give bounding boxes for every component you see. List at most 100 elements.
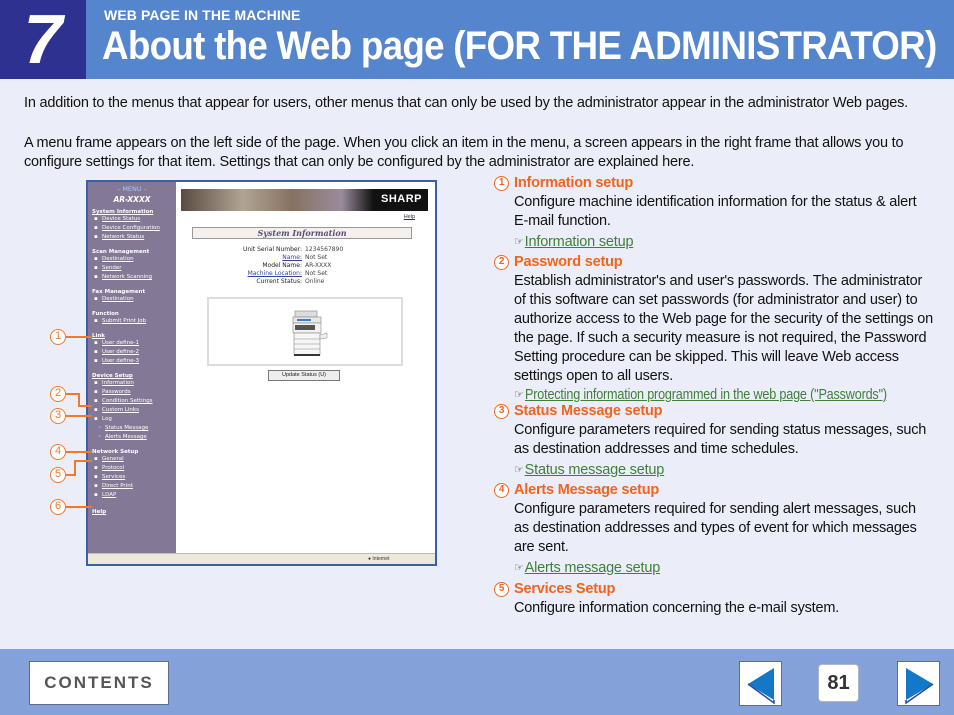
callout-leader [66,451,92,453]
device-image-box [207,297,403,366]
menu-item-passwords[interactable]: ▪ Passwords [94,388,176,397]
menu-item-label: Destination [102,296,134,302]
menu-item-condition-settings[interactable]: ▪ Condition Settings [94,397,176,406]
menu-item-alerts-message[interactable]: ◦ Alerts Message [98,433,176,442]
info-key-link[interactable]: Machine Location: [176,270,305,278]
section-title: Information setup [514,175,634,191]
content-help-link[interactable]: Help [404,214,415,220]
menu-item-label: Destination [102,256,134,262]
section-heading: 1 Information setup [494,174,934,193]
section-description: Configure parameters required for sendin… [514,422,927,457]
section-heading: 3 Status Message setup [494,402,934,421]
menu-item-sender[interactable]: ▪ Sender [94,264,176,273]
menu-item-label: Information [102,380,134,386]
menu-item-label: General [102,456,124,462]
menu-item-device-status[interactable]: ▪ Device Status [94,215,176,224]
section-description: Configure information concerning the e-m… [514,600,840,616]
menu-item-fax-destination[interactable]: ▪ Destination [94,295,176,304]
contents-button[interactable]: CONTENTS [29,661,169,705]
menu-item-submit-print-job[interactable]: ▪ Submit Print Job [94,317,176,326]
reference-link[interactable]: Alerts message setup [525,559,661,578]
reference-link[interactable]: Information setup [525,233,634,252]
menu-item-general[interactable]: ▪ General [94,455,176,464]
menu-item-custom-links[interactable]: ▪ Custom Links [94,406,176,415]
section-description: Configure parameters required for sendin… [514,501,917,555]
info-key: Current Status: [256,278,302,285]
section-heading: 5 Services Setup [494,580,934,599]
next-page-button[interactable] [897,661,940,706]
page-title: About the Web page (FOR THE ADMINISTRATO… [102,24,937,68]
menu-item-label: Alerts Message [105,434,147,440]
section-number-icon: 2 [494,255,509,270]
menu-item-label: User define-2 [102,349,139,355]
chapter-number: 7 [0,0,86,79]
menu-item-direct-print[interactable]: ▪ Direct Print [94,482,176,491]
system-info-table: Unit Serial Number: 1234567890 Name: Not S… [176,246,435,286]
update-status-button[interactable]: Update Status (U) [268,370,340,381]
prev-page-arrow-icon [747,668,775,705]
info-key-link[interactable]: Name: [176,254,305,262]
page-number: 81 [818,664,859,702]
internet-zone-label: ● Internet [368,556,390,562]
menu-item-protocol[interactable]: ▪ Protocol [94,464,176,473]
menu-help-link[interactable]: Help [92,509,176,515]
menu-item-services[interactable]: ▪ Services [94,473,176,482]
menu-item-network-scanning[interactable]: ▪ Network Scanning [94,273,176,282]
admin-web-page-screenshot: - MENU - AR-XXXX System Information ▪ Dev… [86,180,437,566]
section-title: Services Setup [514,581,616,597]
intro-paragraph-2: A menu frame appears on the left side of… [24,135,904,170]
menu-item-label: User define-1 [102,340,139,346]
callout-3: 3 [50,408,66,424]
pointing-hand-icon: ☞ [514,562,524,574]
browser-statusbar: ● Internet [88,553,435,564]
section-status-message-setup: 3 Status Message setup Configure paramete… [494,402,934,480]
menu-item-device-configuration[interactable]: ▪ Device Configuration [94,224,176,233]
menu-item-information[interactable]: ▪ Information [94,379,176,388]
menu-item-user-define-1[interactable]: ▪ User define-1 [94,339,176,348]
menu-item-label: Services [102,474,126,480]
callout-1: 1 [50,329,66,345]
section-description: Establish administrator's and user's pas… [514,273,933,384]
callout-4: 4 [50,444,66,460]
sharp-banner: SHARP [181,189,428,211]
info-value: Online [305,278,325,285]
menu-item-log: ▪ Log [94,416,112,422]
section-services-setup: 5 Services Setup Configure information co… [494,580,934,618]
previous-page-button[interactable] [739,661,782,706]
page-header: 7 WEB PAGE IN THE MACHINE About the Web … [0,0,954,79]
system-information-title: System Information [192,227,412,239]
menu-item-network-status[interactable]: ▪ Network Status [94,233,176,242]
menu-item-user-define-3[interactable]: ▪ User define-3 [94,357,176,366]
menu-model: AR-XXXX [113,195,151,204]
reference-link[interactable]: Status message setup [525,461,665,480]
section-heading: 4 Alerts Message setup [494,481,934,500]
section-title: Status Message setup [514,403,663,419]
menu-frame: - MENU - AR-XXXX System Information ▪ Dev… [88,182,176,553]
menu-item-user-define-2[interactable]: ▪ User define-2 [94,348,176,357]
menu-item-ldap[interactable]: ▪ LDAP [94,491,176,500]
section-title: Alerts Message setup [514,482,660,498]
section-heading: 2 Password setup [494,253,934,272]
callout-leader [66,415,92,417]
menu-title: - MENU - [117,185,147,193]
section-number-icon: 5 [494,582,509,597]
menu-item-status-message[interactable]: ◦ Status Message [98,424,176,433]
callout-leader [74,460,92,462]
section-reference: ☞ Status message setup [494,461,934,480]
menu-item-label: Device Configuration [102,225,160,231]
callout-leader [78,405,92,407]
section-label: WEB PAGE IN THE MACHINE [104,7,301,23]
section-description: Configure machine identification informa… [514,194,917,229]
zone-text: Internet [372,556,390,562]
section-reference: ☞ Information setup [494,233,934,252]
menu-item-label: Custom Links [102,407,139,413]
section-information-setup: 1 Information setup Configure machine ide… [494,174,934,252]
callout-6: 6 [50,499,66,515]
page-footer: CONTENTS 81 [0,649,954,715]
info-row: Current Status: Online [176,278,435,286]
copier-icon [292,310,328,356]
menu-item-scan-destination[interactable]: ▪ Destination [94,255,176,264]
callout-leader [74,460,76,476]
next-page-arrow-icon [905,668,934,705]
menu-item-label: Status Message [105,425,149,431]
